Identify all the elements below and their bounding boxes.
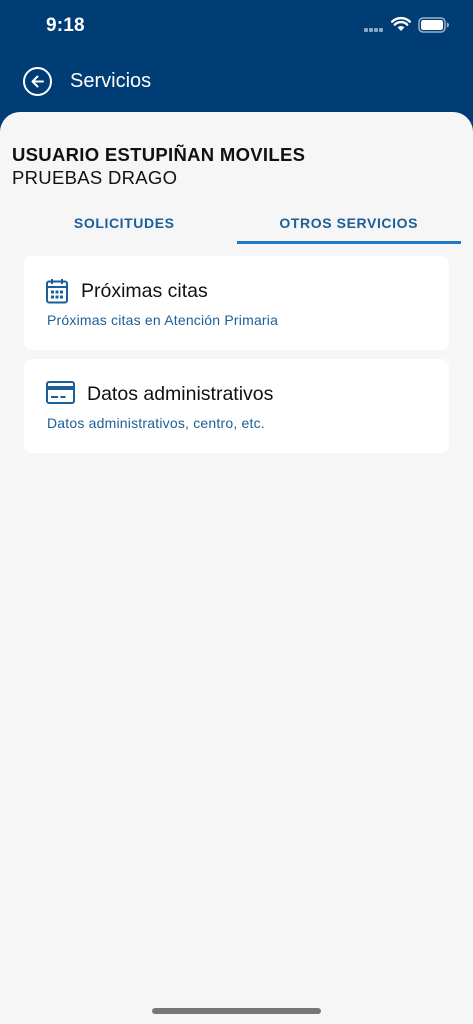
page-title: Servicios <box>70 70 152 92</box>
card-datos-administrativos[interactable]: Datos administrativos Datos administrati… <box>24 359 449 453</box>
tab-otros-servicios[interactable]: OTROS SERVICIOS <box>236 202 462 244</box>
user-subname: PRUEBAS DRAGO <box>12 167 178 188</box>
home-indicator[interactable] <box>152 1008 321 1014</box>
id-card-icon <box>46 381 75 404</box>
calendar-icon <box>46 279 68 304</box>
screen: 9:18 Servicios USUARIO ESTUPIÑAN MOVILES… <box>0 0 473 1024</box>
content-sheet: USUARIO ESTUPIÑAN MOVILES PRUEBAS DRAGO … <box>0 112 473 1024</box>
arrow-left-icon <box>31 75 44 88</box>
card-subtitle: Próximas citas en Atención Primaria <box>47 312 279 328</box>
status-time: 9:18 <box>46 15 85 36</box>
card-title: Datos administrativos <box>87 383 274 405</box>
battery-icon <box>418 17 449 33</box>
card-title: Próximas citas <box>81 280 208 302</box>
wifi-icon <box>391 16 411 31</box>
app-header: Servicios <box>0 52 473 112</box>
user-name: USUARIO ESTUPIÑAN MOVILES <box>12 144 306 165</box>
card-proximas-citas[interactable]: Próximas citas Próximas citas en Atenció… <box>24 256 449 350</box>
tab-bar: SOLICITUDES OTROS SERVICIOS <box>12 202 461 244</box>
card-subtitle: Datos administrativos, centro, etc. <box>47 415 265 431</box>
tab-solicitudes[interactable]: SOLICITUDES <box>12 202 237 244</box>
status-bar: 9:18 <box>0 0 473 52</box>
back-button[interactable] <box>23 67 52 96</box>
